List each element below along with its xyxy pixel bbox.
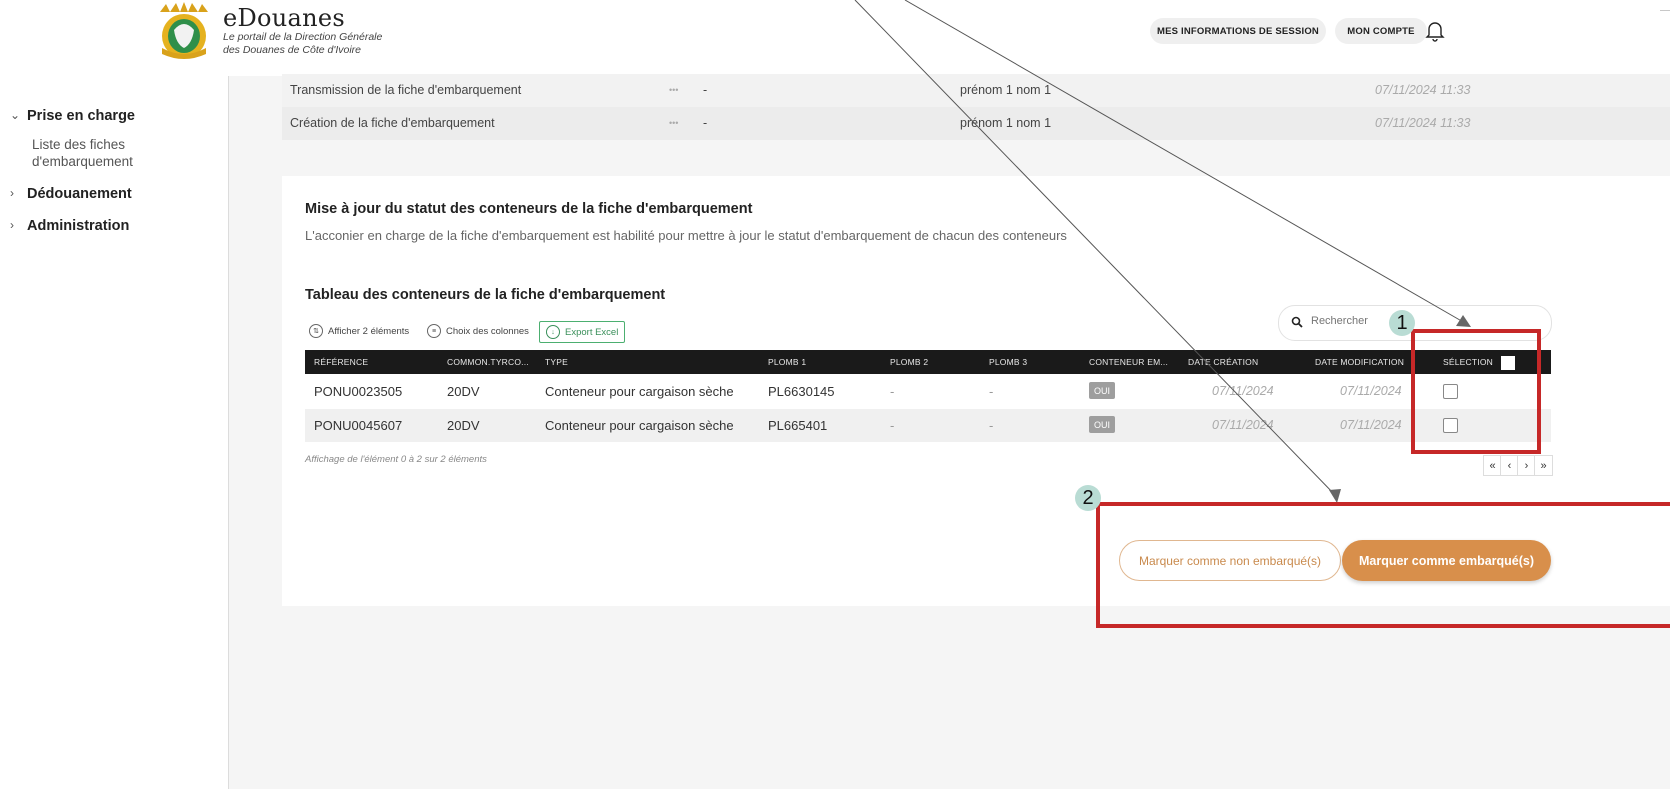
brand-subtitle: Le portail de la Direction Générale des … [223,31,443,57]
cell-date-modification: 07/11/2024 [1340,418,1402,432]
brand-subtitle-line1: Le portail de la Direction Générale [223,31,383,43]
coat-of-arms-logo [160,2,208,59]
sidebar-item-label: Prise en charge [27,108,135,124]
annotation-box-selection [1411,329,1541,454]
column-header-conteneur-embarque[interactable]: CONTENEUR EM... [1089,357,1168,367]
brand-title: eDouanes [223,4,346,32]
columns-icon: ≡ [427,324,441,338]
bell-icon[interactable] [1423,18,1447,44]
app-header: eDouanes Le portail de la Direction Géné… [0,0,1660,76]
columns-choice-label: Choix des colonnes [446,325,529,337]
column-header-plomb3[interactable]: PLOMB 3 [989,357,1027,367]
download-icon: ↓ [546,325,560,339]
status-badge: OUI [1089,382,1115,399]
history-value: - [703,116,708,130]
export-excel-button[interactable]: ↓ Export Excel [539,321,626,343]
history-user: prénom 1 nom 1 [960,83,1052,97]
column-header-tyrco[interactable]: COMMON.TYRCO... [447,357,529,367]
section-description: L'acconier en charge de la fiche d'embar… [305,228,1067,243]
session-info-button[interactable]: MES INFORMATIONS DE SESSION [1150,18,1326,44]
cell-type: Conteneur pour cargaison sèche [545,418,734,433]
annotation-box-actions [1096,502,1670,628]
sidebar-subitem-liste-fiches[interactable]: Liste des fiches d'embarquement [32,136,182,170]
cell-plomb2: - [890,418,895,433]
section-title: Mise à jour du statut des conteneurs de … [305,201,753,217]
column-header-date-modification[interactable]: DATE MODIFICATION [1315,357,1404,367]
cell-plomb1: PL6630145 [768,384,835,399]
column-header-date-creation[interactable]: DATE CRÉATION [1188,357,1258,367]
cell-date-creation: 07/11/2024 [1212,384,1274,398]
annotation-number-2: 2 [1075,485,1101,511]
last-page-button[interactable]: » [1534,455,1553,476]
my-account-button[interactable]: MON COMPTE [1335,18,1427,44]
sort-icon: ⇅ [309,324,323,338]
history-action: Transmission de la fiche d'embarquement [290,83,522,97]
sidebar-item-label: Dédouanement [27,186,132,202]
table-row: PONU0023505 20DV Conteneur pour cargaiso… [305,375,1551,408]
table-title: Tableau des conteneurs de la fiche d'emb… [305,287,666,303]
history-value: - [703,83,708,97]
column-header-plomb2[interactable]: PLOMB 2 [890,357,928,367]
history-user: prénom 1 nom 1 [960,116,1052,130]
history-row: Transmission de la fiche d'embarquement … [282,74,1670,107]
cell-plomb2: - [890,384,895,399]
cell-plomb3: - [989,384,994,399]
chevron-down-icon: ⌄ [10,108,21,122]
show-count-button[interactable]: ⇅ Afficher 2 éléments [309,321,409,341]
cell-type: Conteneur pour cargaison sèche [545,384,734,399]
sidebar-item-label: Administration [27,218,130,234]
cell-reference: PONU0045607 [314,418,403,433]
cell-tyrco: 20DV [447,418,480,433]
search-icon [1291,316,1303,328]
brand-subtitle-line2: des Douanes de Côte d'Ivoire [223,44,362,56]
cell-date-creation: 07/11/2024 [1212,418,1274,432]
columns-choice-button[interactable]: ≡ Choix des colonnes [427,321,529,341]
cell-plomb3: - [989,418,994,433]
export-excel-label: Export Excel [565,326,619,338]
chevron-right-icon: › [10,218,14,232]
sidebar [0,76,229,789]
cell-plomb1: PL665401 [768,418,828,433]
sidebar-item-administration[interactable]: › Administration [10,218,130,234]
chevron-right-icon: › [10,186,14,200]
status-badge: OUI [1089,416,1115,433]
cell-reference: PONU0023505 [314,384,403,399]
column-header-plomb1[interactable]: PLOMB 1 [768,357,806,367]
annotation-number-1: 1 [1389,310,1415,336]
sidebar-item-dedouanement[interactable]: › Dédouanement [10,186,132,202]
cell-date-modification: 07/11/2024 [1340,384,1402,398]
pagination-info: Affichage de l'élément 0 à 2 sur 2 éléme… [305,454,487,465]
dots-icon: ••• [669,85,679,95]
history-date: 07/11/2024 11:33 [1375,116,1471,130]
history-row: Création de la fiche d'embarquement ••• … [282,107,1670,140]
show-count-label: Afficher 2 éléments [328,325,410,337]
column-header-type[interactable]: TYPE [545,357,568,367]
sidebar-item-prise-en-charge[interactable]: ⌄ Prise en charge [10,108,135,124]
column-header-reference[interactable]: RÉFÉRENCE [314,357,368,367]
table-header: RÉFÉRENCE COMMON.TYRCO... TYPE PLOMB 1 P… [305,350,1551,374]
history-action: Création de la fiche d'embarquement [290,116,495,130]
history-date: 07/11/2024 11:33 [1375,83,1471,97]
table-row: PONU0045607 20DV Conteneur pour cargaiso… [305,409,1551,442]
dots-icon: ••• [669,118,679,128]
cell-tyrco: 20DV [447,384,480,399]
